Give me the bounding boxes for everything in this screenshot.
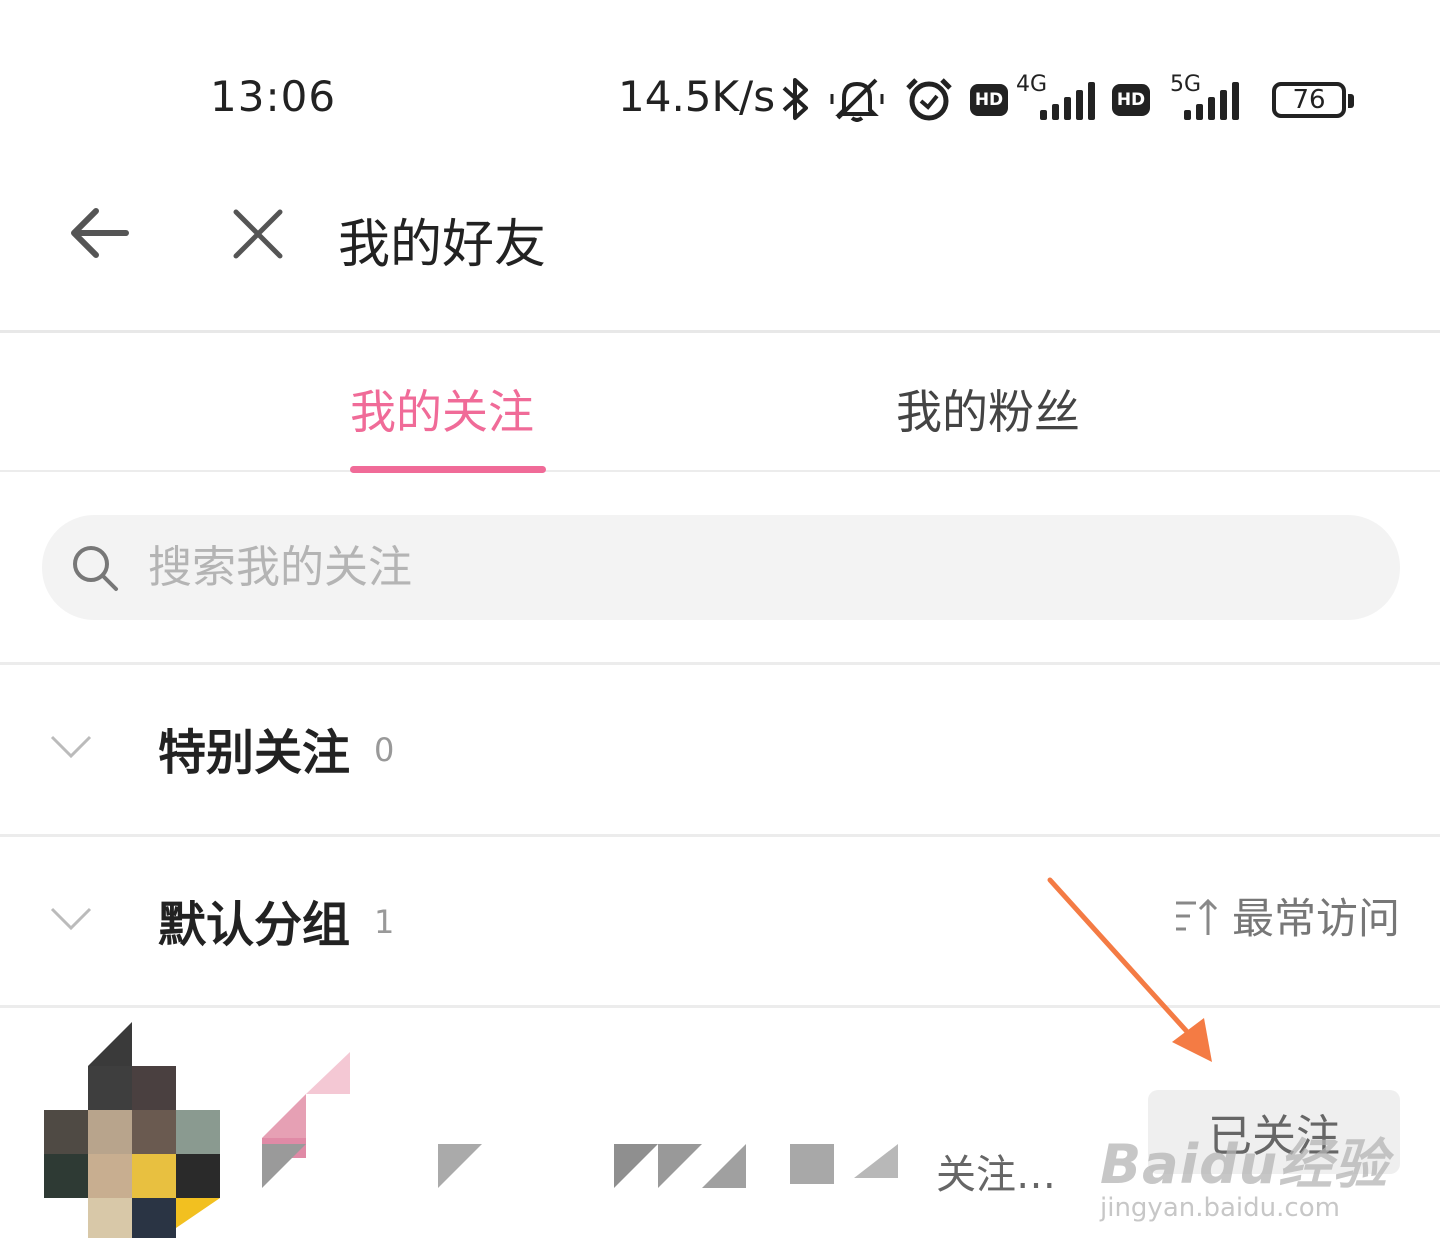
status-bar: 13:06 14.5K/s HD 4G HD 5G 76	[0, 0, 1440, 170]
bluetooth-icon	[782, 78, 808, 120]
arrow-left-icon[interactable]	[66, 200, 132, 266]
battery-indicator: 76	[1272, 82, 1354, 118]
group-count: 0	[374, 731, 395, 769]
group-name: 特别关注	[158, 725, 351, 781]
watermark-brand: Baidu经验	[1100, 1133, 1389, 1196]
avatar[interactable]	[44, 1016, 222, 1238]
search-icon	[73, 546, 118, 591]
active-tab-indicator	[350, 466, 546, 473]
search-bar[interactable]	[42, 515, 1400, 620]
tab-following[interactable]: 我的关注	[350, 376, 534, 442]
alarm-icon	[906, 78, 952, 121]
group-row-special[interactable]: 特别关注 0	[0, 665, 1440, 835]
tab-fans[interactable]: 我的粉丝	[896, 376, 1080, 442]
hd-badge: HD	[970, 84, 1008, 116]
network-speed: 14.5K/s	[618, 72, 776, 121]
friend-desc-visible: 关注…	[936, 1152, 1056, 1198]
chevron-down-icon	[50, 735, 92, 759]
watermark-logo: Baidu经验 jingyan.baidu.com	[1100, 1120, 1388, 1223]
chevron-down-icon	[50, 907, 92, 931]
search-input[interactable]	[148, 515, 1348, 620]
close-icon[interactable]	[230, 206, 286, 262]
signal-strength-icon	[1184, 82, 1239, 120]
group-count: 1	[374, 903, 395, 941]
signal-strength-icon	[1040, 82, 1095, 120]
status-time: 13:06	[210, 72, 337, 121]
group-name: 默认分组	[158, 897, 351, 953]
annotation-arrow-icon	[1047, 877, 1212, 1062]
tab-bar: 我的关注 我的粉丝	[0, 336, 1440, 473]
sort-label: 最常访问	[1231, 894, 1400, 943]
mute-icon	[830, 78, 884, 122]
hd-badge: HD	[1112, 84, 1150, 116]
page-title: 我的好友	[338, 215, 547, 275]
top-bar: 我的好友	[0, 170, 1440, 333]
